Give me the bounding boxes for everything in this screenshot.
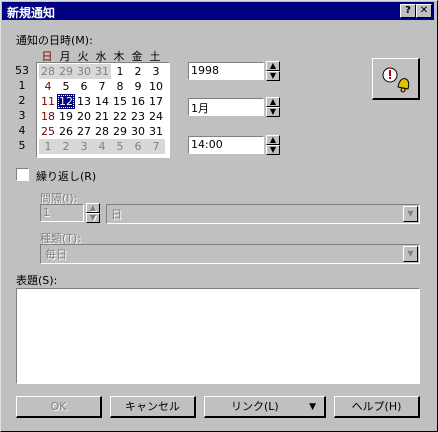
calendar-grid[interactable]: 28 29 30 31 1 2 3 4 5 6 7 8 9 10 11 12 13 14 15 16 17 18 19 20 2… <box>36 62 170 158</box>
title-bar[interactable]: 新規通知 ? ✕ <box>2 2 434 20</box>
repeat-checkbox[interactable] <box>16 168 29 181</box>
calendar-day[interactable]: 10 <box>147 79 165 94</box>
year-value: 1998 <box>191 64 219 77</box>
window-title: 新規通知 <box>7 6 56 20</box>
year-field[interactable]: 1998 <box>188 62 264 80</box>
calendar-day[interactable]: 17 <box>147 94 165 109</box>
time-up-button[interactable]: ▲ <box>266 135 280 145</box>
month-field[interactable]: 1月 <box>188 98 264 116</box>
calendar-day[interactable]: 6 <box>129 139 147 154</box>
month-up-button[interactable]: ▲ <box>266 97 280 107</box>
dropdown-arrow-icon: ▼ <box>309 402 316 412</box>
calendar-day[interactable]: 26 <box>57 124 75 139</box>
calendar-day[interactable]: 14 <box>93 94 111 109</box>
interval-spinner[interactable]: ▲ ▼ <box>86 203 100 223</box>
alarm-sound-button[interactable] <box>372 58 420 100</box>
calendar-day[interactable]: 15 <box>111 94 129 109</box>
year-down-button[interactable]: ▼ <box>266 71 280 81</box>
calendar-day[interactable]: 16 <box>129 94 147 109</box>
interval-value: 1 <box>43 206 50 219</box>
type-select[interactable]: 毎日 ▼ <box>40 244 420 264</box>
week-number: 3 <box>18 109 26 122</box>
interval-field[interactable]: 1 <box>40 204 84 222</box>
link-button[interactable]: リンク(L) ▼ <box>204 396 326 418</box>
calendar-day[interactable]: 31 <box>147 124 165 139</box>
interval-up-button[interactable]: ▲ <box>86 203 100 213</box>
calendar-day[interactable]: 29 <box>57 64 75 79</box>
calendar-day[interactable]: 29 <box>111 124 129 139</box>
time-down-button[interactable]: ▼ <box>266 145 280 155</box>
help-button[interactable]: ヘルプ(H) <box>334 396 420 418</box>
cancel-button[interactable]: キャンセル <box>110 396 196 418</box>
datetime-label: 通知の日時(M): <box>16 34 93 47</box>
year-up-button[interactable]: ▲ <box>266 61 280 71</box>
calendar-day[interactable]: 24 <box>147 109 165 124</box>
time-value: 14:00 <box>191 138 223 151</box>
calendar-day[interactable]: 20 <box>75 109 93 124</box>
link-button-label: リンク(L) <box>231 400 279 413</box>
calendar-day[interactable]: 19 <box>57 109 75 124</box>
time-spinner[interactable]: ▲ ▼ <box>266 135 280 155</box>
calendar-day[interactable]: 8 <box>111 79 129 94</box>
week-number: 2 <box>18 94 26 107</box>
alarm-bell-icon <box>382 67 410 93</box>
calendar-day[interactable]: 25 <box>39 124 57 139</box>
calendar-day[interactable]: 5 <box>57 79 75 94</box>
calendar-day[interactable]: 11 <box>39 94 57 109</box>
subject-label: 表題(S): <box>16 274 58 287</box>
repeat-label: 繰り返し(R) <box>36 170 97 183</box>
help-title-button[interactable]: ? <box>400 4 416 18</box>
calendar-day[interactable]: 4 <box>39 79 57 94</box>
calendar-day[interactable]: 2 <box>57 139 75 154</box>
calendar-day[interactable]: 6 <box>75 79 93 94</box>
calendar-day[interactable]: 22 <box>111 109 129 124</box>
calendar-day[interactable]: 1 <box>39 139 57 154</box>
chevron-down-icon[interactable]: ▼ <box>403 246 418 262</box>
calendar-day[interactable]: 23 <box>129 109 147 124</box>
calendar-day[interactable]: 3 <box>147 64 165 79</box>
cancel-button-label: キャンセル <box>125 400 180 413</box>
calendar-day[interactable]: 12 <box>57 94 75 109</box>
ok-button[interactable]: OK <box>16 396 102 418</box>
calendar-day[interactable]: 30 <box>75 64 93 79</box>
week-number: 1 <box>18 79 26 92</box>
calendar-day[interactable]: 21 <box>93 109 111 124</box>
ok-button-label: OK <box>50 400 67 413</box>
close-button[interactable]: ✕ <box>416 4 432 18</box>
calendar-day[interactable]: 2 <box>129 64 147 79</box>
week-number: 53 <box>15 64 29 77</box>
calendar-day[interactable]: 9 <box>129 79 147 94</box>
interval-unit-value: 日 <box>111 208 122 221</box>
calendar-day[interactable]: 28 <box>93 124 111 139</box>
calendar-day[interactable]: 7 <box>93 79 111 94</box>
help-button-label: ヘルプ(H) <box>351 400 402 413</box>
time-field[interactable]: 14:00 <box>188 136 264 154</box>
calendar-day[interactable]: 18 <box>39 109 57 124</box>
year-spinner[interactable]: ▲ ▼ <box>266 61 280 81</box>
month-spinner[interactable]: ▲ ▼ <box>266 97 280 117</box>
calendar-day[interactable]: 28 <box>39 64 57 79</box>
chevron-down-icon[interactable]: ▼ <box>403 206 418 222</box>
calendar-day[interactable]: 13 <box>75 94 93 109</box>
interval-unit-select[interactable]: 日 ▼ <box>106 204 420 224</box>
calendar-day[interactable]: 27 <box>75 124 93 139</box>
calendar-day[interactable]: 5 <box>111 139 129 154</box>
subject-textarea[interactable] <box>16 288 420 384</box>
week-number: 5 <box>18 139 26 152</box>
calendar-day[interactable]: 3 <box>75 139 93 154</box>
calendar-day[interactable]: 30 <box>129 124 147 139</box>
month-down-button[interactable]: ▼ <box>266 107 280 117</box>
calendar-day[interactable]: 4 <box>93 139 111 154</box>
month-value: 1月 <box>191 102 209 115</box>
week-number: 4 <box>18 124 26 137</box>
calendar-day[interactable]: 7 <box>147 139 165 154</box>
calendar-day[interactable]: 31 <box>93 64 111 79</box>
type-value: 毎日 <box>45 248 67 261</box>
interval-down-button[interactable]: ▼ <box>86 213 100 223</box>
calendar-day[interactable]: 1 <box>111 64 129 79</box>
